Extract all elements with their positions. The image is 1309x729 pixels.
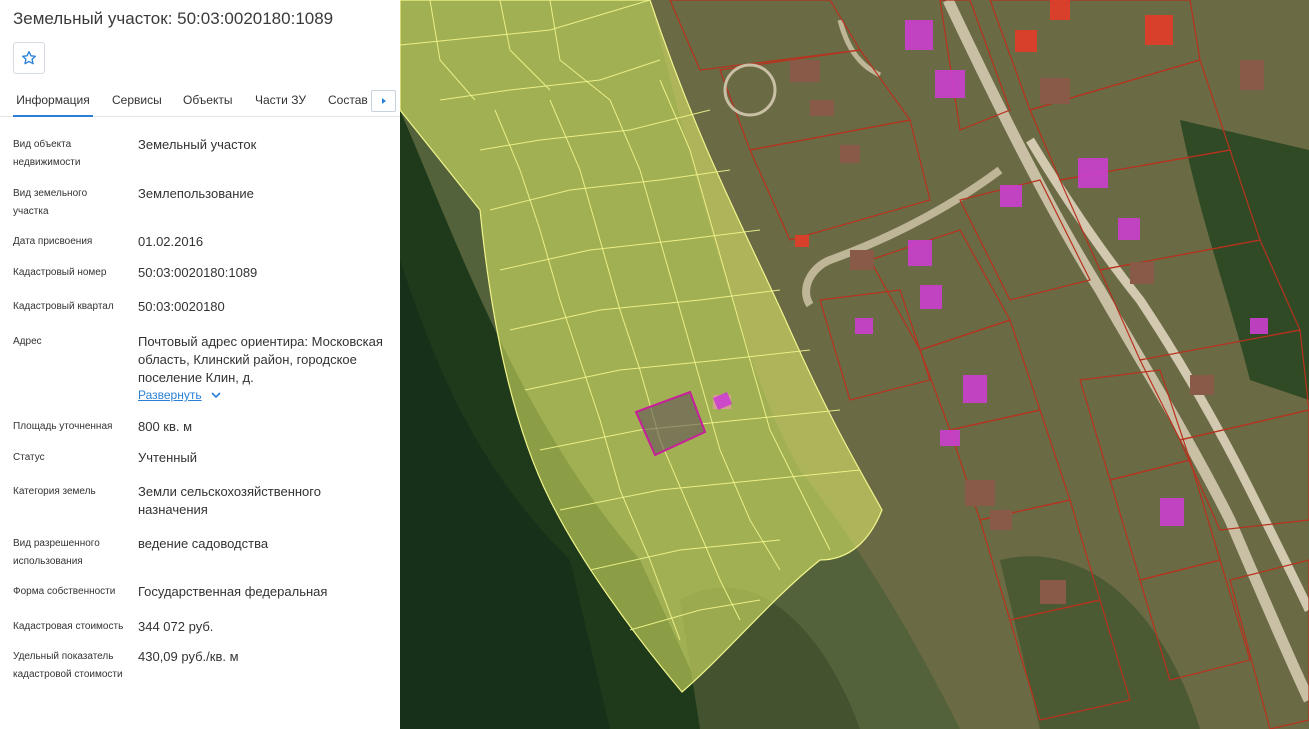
chevron-down-icon bbox=[211, 391, 221, 398]
field-label: Удельный показатель кадастровой стоимост… bbox=[13, 651, 123, 680]
star-icon bbox=[22, 51, 36, 65]
tab-information[interactable]: Информация bbox=[13, 84, 93, 117]
favorite-button[interactable] bbox=[13, 42, 45, 74]
field-label: Вид объекта недвижимости bbox=[13, 139, 81, 168]
field-value: 344 072 руб. bbox=[138, 619, 214, 634]
field-label: Площадь уточненная bbox=[13, 421, 113, 432]
field-label: Статус bbox=[13, 452, 45, 463]
field-value: 01.02.2016 bbox=[138, 234, 204, 249]
field-label: Вид разрешенного использования bbox=[13, 538, 100, 567]
field-value: Земли сельскохозяйственного назначения bbox=[138, 484, 321, 517]
field-value: ведение садоводства bbox=[138, 536, 269, 551]
field-label: Категория земель bbox=[13, 486, 96, 497]
page-title: Земельный участок: 50:03:0020180:1089 bbox=[13, 9, 334, 28]
field-value: Государственная федеральная bbox=[138, 584, 328, 599]
field-label: Адрес bbox=[13, 336, 42, 347]
tab-bar: Информация Сервисы Объекты Части ЗУ Сост… bbox=[0, 84, 400, 117]
map-view[interactable] bbox=[400, 0, 1309, 729]
caret-right-icon bbox=[381, 98, 386, 104]
info-panel: Земельный участок: 50:03:0020180:1089 Ин… bbox=[0, 0, 400, 729]
field-value: Почтовый адрес ориентира: Московская обл… bbox=[138, 334, 383, 385]
field-value: Учтенный bbox=[138, 450, 198, 465]
tab-parts[interactable]: Части ЗУ bbox=[255, 84, 306, 117]
tab-objects[interactable]: Объекты bbox=[183, 84, 233, 117]
field-label: Кадастровый номер bbox=[13, 267, 107, 278]
expand-label: Развернуть bbox=[138, 388, 202, 402]
field-label: Форма собственности bbox=[13, 586, 116, 597]
field-value: 50:03:0020180 bbox=[138, 299, 225, 314]
field-value: Землепользование bbox=[138, 186, 254, 201]
tab-services[interactable]: Сервисы bbox=[112, 84, 162, 117]
field-label: Кадастровая стоимость bbox=[13, 621, 124, 632]
field-value: 50:03:0020180:1089 bbox=[138, 265, 258, 280]
field-value: 800 кв. м bbox=[138, 419, 193, 434]
tab-composition[interactable]: Состав ЕЗП bbox=[328, 84, 370, 117]
expand-address-link[interactable]: Развернуть bbox=[138, 388, 221, 402]
satellite-map[interactable] bbox=[400, 0, 1309, 729]
field-label: Вид земельного участка bbox=[13, 188, 88, 217]
field-value: 430,09 руб./кв. м bbox=[138, 649, 239, 664]
field-value: Земельный участок bbox=[138, 137, 257, 152]
tabs-next-button[interactable] bbox=[371, 90, 396, 112]
field-label: Кадастровый квартал bbox=[13, 301, 114, 312]
field-label: Дата присвоения bbox=[13, 236, 93, 247]
